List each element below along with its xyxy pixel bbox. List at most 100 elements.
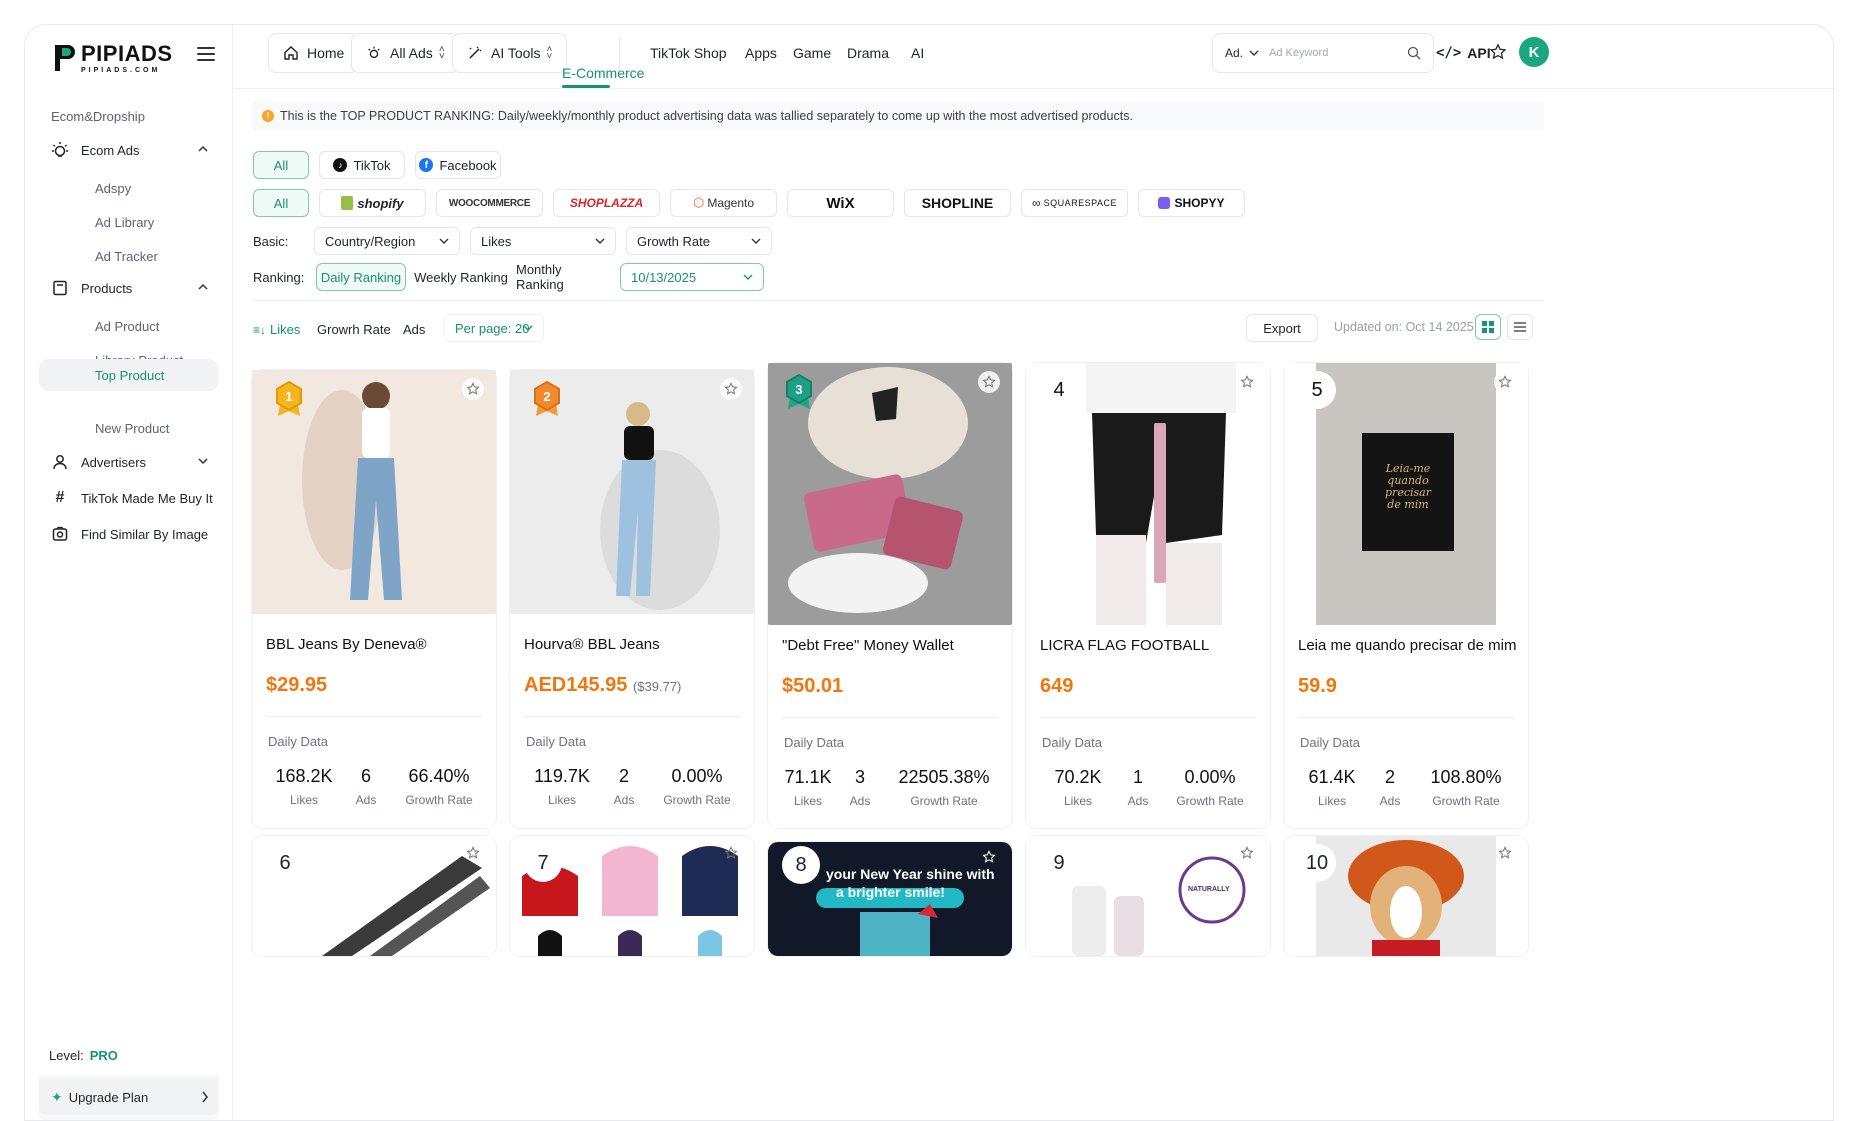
sort-likes[interactable]: ≡↓ Likes bbox=[253, 322, 300, 337]
stat-value: 0.00% bbox=[671, 766, 723, 786]
per-page-select[interactable]: Per page: 20 bbox=[444, 314, 544, 342]
search-icon[interactable] bbox=[1407, 46, 1421, 60]
all-ads-button[interactable]: All Ads ˄ ˅ bbox=[351, 33, 460, 73]
tab-tiktok-shop[interactable]: TikTok Shop bbox=[650, 45, 727, 61]
ai-tools-button[interactable]: AI Tools ˄ ˅ bbox=[452, 33, 568, 73]
channel-all[interactable]: All bbox=[253, 151, 309, 179]
chip-label: Facebook bbox=[439, 157, 497, 173]
product-card[interactable]: 3 "Debt Free" Money Wallet $50.01 Daily … bbox=[768, 363, 1012, 828]
sort-growth-rate[interactable]: Growrh Rate bbox=[317, 322, 391, 337]
sidebar-item-tiktok-made-me-buy-it[interactable]: # TikTok Made Me Buy It bbox=[51, 481, 221, 515]
platform-label: shopify bbox=[357, 195, 404, 211]
search-input[interactable] bbox=[1269, 47, 1399, 59]
platform-shopline[interactable]: SHOPLINE bbox=[904, 189, 1011, 217]
favorite-button[interactable] bbox=[462, 842, 484, 864]
sidebar-group-products[interactable]: Products bbox=[51, 271, 221, 305]
star-icon[interactable] bbox=[1489, 43, 1507, 61]
platform-squarespace[interactable]: ∞ SQUARESPACE bbox=[1021, 189, 1128, 217]
export-button[interactable]: Export bbox=[1246, 314, 1318, 342]
platform-magento[interactable]: ⬡ Magento bbox=[670, 189, 777, 217]
likes-select[interactable]: Likes bbox=[470, 227, 616, 255]
sort-ads[interactable]: Ads bbox=[403, 322, 425, 337]
growth-rate-select[interactable]: Growth Rate bbox=[626, 227, 772, 255]
favorite-button[interactable] bbox=[462, 378, 484, 400]
daily-data-label: Daily Data bbox=[526, 734, 586, 749]
product-title[interactable]: Leia me quando precisar de mim bbox=[1298, 637, 1516, 654]
sidebar-item-top-product[interactable]: Top Product bbox=[39, 359, 219, 391]
search-type-select[interactable]: Ad. bbox=[1213, 46, 1269, 60]
chevron-right-icon bbox=[202, 1091, 208, 1103]
sidebar-item-new-product[interactable]: New Product bbox=[39, 409, 219, 447]
divider bbox=[252, 300, 1544, 301]
tab-drama[interactable]: Drama bbox=[847, 45, 889, 61]
logo[interactable]: PIPIADS PIPIADS.COM bbox=[53, 41, 173, 75]
channel-tiktok[interactable]: ♪ TikTok bbox=[319, 151, 405, 179]
grid-view-button[interactable] bbox=[1475, 314, 1501, 340]
favorite-button[interactable] bbox=[1494, 842, 1516, 864]
rank-number: 5 bbox=[1298, 371, 1336, 409]
product-title[interactable]: Hourva® BBL Jeans bbox=[524, 636, 660, 653]
price-value: AED145.95 bbox=[524, 674, 628, 696]
product-title[interactable]: "Debt Free" Money Wallet bbox=[782, 637, 954, 654]
platform-woocommerce[interactable]: WOOCOMMERCE bbox=[436, 189, 543, 217]
chevron-down-icon bbox=[439, 238, 449, 244]
tab-apps[interactable]: Apps bbox=[745, 45, 777, 61]
product-card[interactable]: 2 Hourva® BBL Jeans AED145.95 ($39.77) D… bbox=[510, 370, 754, 828]
monthly-ranking-button[interactable]: Monthly Ranking bbox=[516, 262, 612, 292]
daily-ranking-button[interactable]: Daily Ranking bbox=[316, 263, 406, 291]
platform-shopyy[interactable]: SHOPYY bbox=[1138, 189, 1245, 217]
sidebar-item-advertisers[interactable]: Advertisers bbox=[51, 445, 221, 479]
api-button[interactable]: </> API bbox=[1436, 45, 1491, 61]
product-card[interactable]: your New Year shine with a brighter smil… bbox=[768, 842, 1012, 956]
date-picker[interactable]: 10/13/2025 bbox=[620, 263, 764, 291]
home-button[interactable]: Home bbox=[268, 33, 360, 73]
sidebar-item-adspy[interactable]: Adspy bbox=[39, 169, 219, 207]
favorite-button[interactable] bbox=[1236, 371, 1258, 393]
favorite-button[interactable] bbox=[978, 371, 1000, 393]
product-card[interactable]: 7 bbox=[510, 836, 754, 956]
product-card[interactable]: 1 BBL Jeans By Deneva® $29.95 Daily Data… bbox=[252, 370, 496, 828]
favorite-button[interactable] bbox=[1236, 842, 1258, 864]
ranking-label: Ranking: bbox=[253, 270, 305, 285]
stat-value: 6 bbox=[360, 766, 371, 786]
favorite-button[interactable] bbox=[978, 846, 1000, 868]
tab-game[interactable]: Game bbox=[793, 45, 831, 61]
product-title[interactable]: BBL Jeans By Deneva® bbox=[266, 636, 427, 653]
list-view-button[interactable] bbox=[1507, 314, 1533, 340]
stat-value: 0.00% bbox=[1184, 767, 1236, 787]
stat-likes: 168.2K Likes bbox=[266, 766, 342, 807]
product-card[interactable]: 10 bbox=[1284, 836, 1528, 956]
tab-ai[interactable]: AI bbox=[911, 45, 924, 61]
code-icon: </> bbox=[1436, 45, 1462, 61]
product-title[interactable]: LICRA FLAG FOOTBALL bbox=[1040, 637, 1209, 654]
platform-shopify[interactable]: shopify bbox=[319, 189, 426, 217]
favorite-button[interactable] bbox=[1494, 371, 1516, 393]
avatar[interactable]: K bbox=[1519, 37, 1549, 67]
product-card[interactable]: 4 LICRA FLAG FOOTBALL 649 Daily Data 70.… bbox=[1026, 363, 1270, 828]
sidebar-item-ad-tracker[interactable]: Ad Tracker bbox=[39, 237, 219, 275]
product-card[interactable]: Leia-me quando precisar de mim 5 Leia me… bbox=[1284, 363, 1528, 828]
platform-shoplazza[interactable]: SHOPLAZZA bbox=[553, 189, 660, 217]
sidebar-item-ad-product[interactable]: Ad Product bbox=[39, 307, 219, 345]
favorite-button[interactable] bbox=[720, 378, 742, 400]
rank-number: 9 bbox=[1040, 844, 1078, 882]
platform-wix[interactable]: WiX bbox=[787, 189, 894, 217]
platform-all[interactable]: All bbox=[253, 189, 309, 217]
sidebar-item-find-similar[interactable]: Find Similar By Image bbox=[51, 517, 221, 551]
sidebar-group-ecom-ads[interactable]: Ecom Ads bbox=[51, 133, 221, 167]
sidebar-item-ad-library[interactable]: Ad Library bbox=[39, 203, 219, 241]
menu-toggle-icon[interactable] bbox=[197, 47, 215, 63]
country-region-select[interactable]: Country/Region bbox=[314, 227, 460, 255]
channel-facebook[interactable]: f Facebook bbox=[415, 151, 501, 179]
weekly-ranking-button[interactable]: Weekly Ranking bbox=[414, 263, 508, 291]
product-card[interactable]: 6 bbox=[252, 836, 496, 956]
upgrade-plan-button[interactable]: ✦ Upgrade Plan bbox=[39, 1079, 219, 1115]
rank-number: 8 bbox=[782, 846, 820, 884]
per-page-value: Per page: 20 bbox=[455, 320, 530, 336]
updown-icon: ˄ ˅ bbox=[546, 44, 553, 62]
star-icon bbox=[724, 846, 738, 859]
stat-value: 168.2K bbox=[275, 766, 333, 786]
tab-e-commerce[interactable]: E-Commerce bbox=[562, 65, 644, 81]
product-card[interactable]: NATURALLY 9 bbox=[1026, 836, 1270, 956]
favorite-button[interactable] bbox=[720, 842, 742, 864]
